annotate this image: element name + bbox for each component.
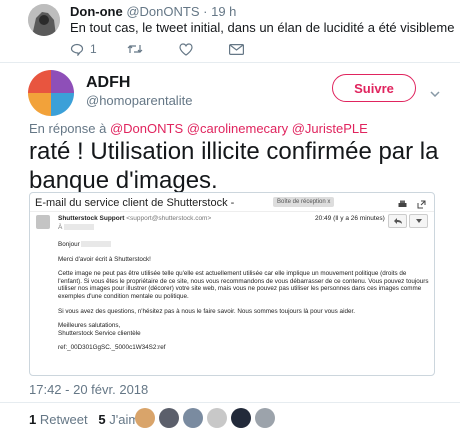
- reply-separator: ·: [203, 4, 208, 19]
- dm-button[interactable]: [228, 43, 250, 55]
- divider: [0, 62, 460, 63]
- chevron-down-icon: [430, 91, 440, 98]
- reply-author[interactable]: Don-one @DonONTS · 19 h: [70, 4, 236, 19]
- retweet-label: Retweet: [39, 412, 88, 427]
- retweet-button[interactable]: [127, 43, 149, 55]
- more-options-button[interactable]: [430, 84, 440, 102]
- liker-avatar[interactable]: [135, 408, 155, 428]
- main-author-handle[interactable]: @homoparentalite: [86, 93, 192, 108]
- attached-image[interactable]: E-mail du service client de Shutterstock…: [29, 192, 435, 376]
- sender-avatar: [36, 215, 50, 229]
- sender-name: Shutterstock Support: [58, 215, 125, 222]
- in-reply-to: En réponse à @DonONTS @carolinemecary @J…: [29, 121, 368, 136]
- main-avatar[interactable]: [28, 70, 74, 116]
- like-button[interactable]: [179, 42, 199, 56]
- email-time: 20:49 (Il y a 26 minutes): [315, 215, 385, 222]
- liker-avatar[interactable]: [159, 408, 179, 428]
- tweet-text: raté ! Utilisation illicite confirmée pa…: [29, 138, 439, 194]
- email-sender: Shutterstock Support <support@shuttersto…: [58, 215, 211, 222]
- reply-button[interactable]: 1: [70, 42, 97, 56]
- follow-button[interactable]: Suivre: [332, 74, 416, 102]
- sender-address: <support@shutterstock.com>: [126, 215, 212, 222]
- reply-author-name[interactable]: Don-one: [70, 4, 123, 19]
- email-reply-button: [388, 214, 407, 228]
- email-body: Bonjour Merci d'avoir écrit à Shuttersto…: [58, 241, 429, 352]
- reply-author-handle[interactable]: @DonONTS: [126, 4, 199, 19]
- liker-avatar[interactable]: [255, 408, 275, 428]
- envelope-icon: [228, 43, 244, 55]
- mention-link[interactable]: @carolinemecary: [187, 121, 288, 136]
- retweet-icon: [127, 45, 143, 53]
- mention-link[interactable]: @DonONTS: [110, 121, 183, 136]
- divider: [0, 402, 460, 403]
- main-author-name[interactable]: ADFH: [86, 74, 130, 92]
- heart-icon: [179, 42, 193, 56]
- reply-actions: 1: [70, 42, 280, 56]
- mention-link[interactable]: @JuristePLE: [292, 121, 368, 136]
- email-more-button: [409, 214, 428, 228]
- tweet-timestamp[interactable]: 17:42 - 20 févr. 2018: [29, 382, 148, 397]
- email-recipient: À: [58, 224, 95, 231]
- liker-avatar[interactable]: [183, 408, 203, 428]
- reply-count: 1: [90, 42, 97, 56]
- email-actions: [386, 214, 428, 228]
- liker-avatar[interactable]: [231, 408, 251, 428]
- reply-avatar[interactable]: [28, 4, 60, 36]
- reply-icon: [70, 43, 84, 56]
- reply-time[interactable]: 19 h: [211, 4, 236, 19]
- redacted-name: [81, 241, 112, 248]
- caret-down-icon: [415, 219, 422, 223]
- reply-text: En tout cas, le tweet initial, dans un é…: [70, 20, 455, 35]
- tweet-stats[interactable]: 1 Retweet 5 J'aime: [29, 412, 146, 427]
- external-link-icon: [417, 200, 426, 209]
- print-icon: [398, 200, 407, 207]
- email-subject: E-mail du service client de Shutterstock…: [35, 197, 235, 209]
- reply-arrow-icon: [393, 218, 402, 224]
- liker-avatars: [135, 408, 279, 428]
- in-reply-prefix: En réponse à: [29, 121, 107, 136]
- email-header-divider: [30, 211, 434, 212]
- liker-avatar[interactable]: [207, 408, 227, 428]
- like-count: 5: [98, 412, 106, 427]
- redacted-recipient: [64, 224, 95, 231]
- inbox-badge: Boîte de réception x: [273, 197, 335, 207]
- retweet-count: 1: [29, 412, 37, 427]
